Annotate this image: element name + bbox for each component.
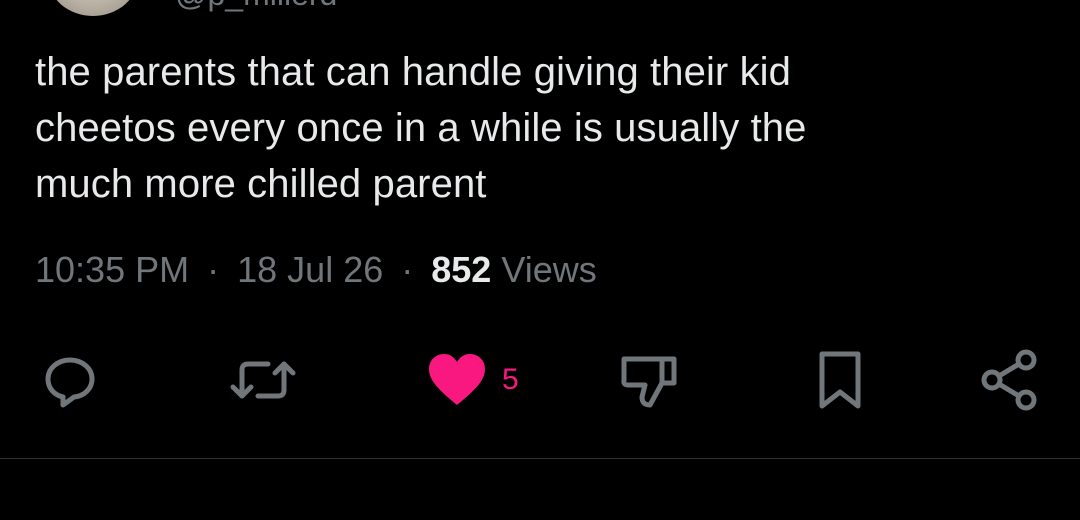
bookmark-icon (819, 351, 861, 409)
author-handle[interactable]: @p_millerd (175, 0, 337, 13)
views-label[interactable]: Views (501, 249, 596, 290)
dislike-button[interactable] (618, 345, 680, 415)
thumbs-down-icon (621, 356, 677, 408)
retweet-button[interactable] (228, 345, 298, 415)
divider (0, 458, 1080, 459)
meta-separator: · (401, 249, 414, 290)
share-button[interactable] (978, 345, 1042, 415)
meta-separator: · (207, 249, 220, 290)
avatar[interactable] (48, 0, 138, 16)
bookmark-button[interactable] (814, 345, 866, 415)
like-button[interactable]: 5 (426, 345, 519, 415)
speech-bubble-icon (45, 357, 95, 408)
tweet-time[interactable]: 10:35 PM (35, 249, 189, 290)
tweet-text-line: cheetos every once in a while is usually… (35, 106, 807, 150)
retweet-arrows-icon (230, 361, 296, 399)
tweet-meta: 10:35 PM · 18 Jul 26 · 852 Views (35, 248, 597, 292)
action-bar: 5 (0, 345, 1080, 415)
heart-filled-icon (429, 354, 485, 405)
tweet-text-line: much more chilled parent (35, 162, 487, 206)
views-count[interactable]: 852 (431, 249, 491, 290)
reply-button[interactable] (40, 345, 100, 415)
like-count: 5 (502, 363, 519, 396)
tweet-text-line: the parents that can handle giving their… (35, 50, 792, 94)
tweet-text: the parents that can handle giving their… (35, 44, 1035, 212)
tweet-date[interactable]: 18 Jul 26 (237, 249, 383, 290)
share-nodes-icon (981, 349, 1037, 411)
